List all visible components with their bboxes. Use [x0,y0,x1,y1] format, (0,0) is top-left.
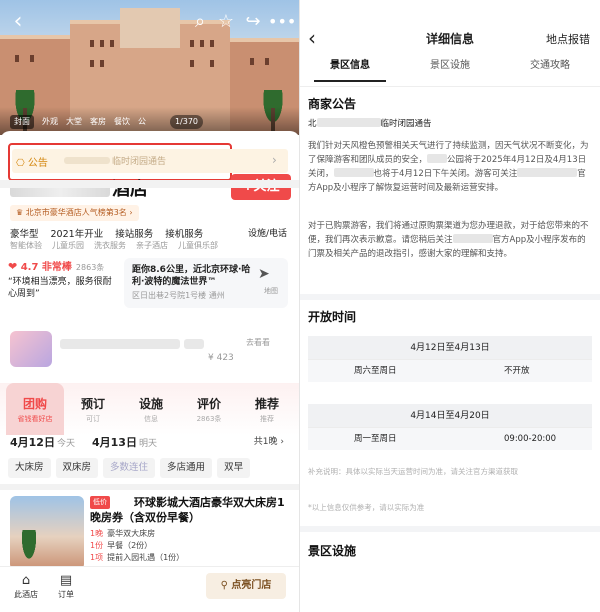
hours-disclaimer: *以上信息仅供参考，请以实际为准 [308,503,425,512]
more-icon[interactable]: ••• [268,10,296,34]
tab-reviews[interactable]: 评价 2863条 [180,395,238,424]
section-heading: 商家公告 [308,97,357,111]
hours-table: 4月12日至4月13日 周六至周日 不开放 [308,336,592,382]
date-selector[interactable]: 4月12日 今天 4月13日 明天 共1晚 › [10,434,290,452]
notice-paragraph: 对于已购票游客，我们将通过原购票渠道为您办理退款，对于给您带来的不便，我们再次表… [308,221,589,259]
address-text: 区日出巷2号院1号楼 通州 [132,291,225,300]
photo-tab[interactable]: 餐饮 [114,115,130,129]
date-range: 4月14日至4月20日 [308,404,592,428]
order-icon: ▤ [59,573,73,588]
tab-facilities[interactable]: 设施 信息 [122,395,180,424]
orders-tab[interactable]: ▤ 订单 [46,573,86,600]
promo-avatar [10,331,52,367]
rating-card[interactable]: ❤ 4.7 非常棒 2863条 “环境相当漂亮，服务很耐心周到” [8,258,118,308]
opening-hours-card: 开放时间 4月12日至4月13日 周六至周日 不开放 4月14日至4月20日 周一… [300,300,600,526]
photo-tab[interactable]: 公 [138,115,146,129]
announcement-icon: ⎔ [16,158,25,169]
hotel-detail-pane: ‹ ⌕ ☆ ↪ ••• 封面 外观 大堂 客房 餐饮 公 1/370 ⎔ 公告 … [0,0,300,612]
tab-group-buy[interactable]: 团购 省钱看好店 [6,383,64,435]
detail-info-pane: ‹ 详细信息 地点报错 景区信息 景区设施 交通攻略 商家公告 北临时闭园通告 … [300,0,600,612]
room-filter-chips: 大床房 双床房 多数连住 多店通用 双早 [8,458,298,478]
tab-transport-guide[interactable]: 交通攻略 [500,56,600,82]
navigation-arrow-icon[interactable]: ➤ [258,266,274,282]
distance-text: 距你8.6公里，近北京环球·哈利·波特的魔法世界™ [132,265,251,287]
deal-item: 1份 早餐（2份） [90,541,153,550]
rating-score: 4.7 非常棒 [20,262,72,273]
photo-tab[interactable]: 外观 [42,115,58,129]
shop-tab[interactable]: ⌂ 此酒店 [6,573,46,600]
filter-chip[interactable]: 大床房 [8,458,51,478]
review-count: 2863条 [75,263,105,272]
amenity-tag: 儿童乐园 [52,241,84,250]
scenic-facilities-card: 景区设施 [300,532,600,612]
section-heading: 景区设施 [308,544,357,558]
deal-title: 环球影城大酒店豪华双大床房1晚房券（含双份早餐） [90,496,285,524]
hours-table: 4月14日至4月20日 周一至周日 09:00-20:00 [308,404,592,450]
photo-pager: 1/370 [169,115,203,129]
chevron-right-icon: › [272,153,277,167]
ranking-badge[interactable]: ♛ 北京市豪华酒店人气榜第3名 › [10,205,139,221]
detail-header: ‹ 详细信息 地点报错 景区信息 景区设施 交通攻略 [300,0,600,86]
filter-chip[interactable]: 双早 [217,458,251,478]
notice-paragraph: 我们针对天风橙色预警相关天气进行了持续监测，因天气状况不断变化，为了保障游客和团… [308,141,589,193]
deal-item: 1晚 豪华双大床房 [90,529,156,538]
tab-recommend[interactable]: 推荐 推荐 [238,395,296,424]
announcement-tag: ⎔ 公告 [16,158,48,169]
filter-chip[interactable]: 多店通用 [160,458,213,478]
nights-count: 共1晚 › [253,437,284,447]
announcement-text: 临时闭园通告 [112,157,167,167]
report-location-error-button[interactable]: 地点报错 [546,31,590,47]
promo-price: ¥ 423 [208,353,234,363]
hours-note: 补充说明：具体以实际当天运营时间为准，请关注官方渠道获取 [308,467,518,476]
photo-tab[interactable]: 封面 [10,115,34,129]
bottom-bar: ⌂ 此酒店 ▤ 订单 ⚲ 点亮门店 [0,566,299,612]
photo-tab[interactable]: 大堂 [66,115,82,129]
filter-chip[interactable]: 多数连住 [103,458,156,478]
hours-row: 周六至周日 不开放 [354,366,530,376]
deal-item: 1项 提前入园礼遇（1份） [90,553,185,562]
amenity-tags: 智能体验 儿童乐园 洗衣服务 亲子酒店 儿童俱乐部 [10,240,218,251]
back-icon[interactable]: ‹ [6,10,30,34]
trophy-icon: ♛ [16,208,26,217]
checkout-date: 4月13日 明天 [92,436,157,449]
facilities-phone-link[interactable]: 设施/电话 [248,226,287,239]
fact: 2021年开业 [50,229,104,240]
go-see-link[interactable]: 去看看 [246,337,270,348]
light-up-store-button[interactable]: ⚲ 点亮门店 [206,573,286,599]
tab-booking[interactable]: 预订 可订 [64,395,122,424]
photo-tab[interactable]: 客房 [90,115,106,129]
location-icon: ⚲ [220,580,232,591]
hotel-name: 酒店 [10,175,148,201]
section-heading: 开放时间 [308,310,357,324]
search-icon[interactable]: ⌕ [188,10,212,34]
share-icon[interactable]: ↪ [241,10,265,34]
photo-category-tabs: 封面 外观 大堂 客房 餐饮 公 [10,115,240,129]
checkin-date: 4月12日 今天 [10,436,75,449]
review-quote: “环境相当漂亮，服务很耐心周到” [8,277,112,299]
section-tabs: 团购 省钱看好店 预订 可订 设施 信息 评价 2863条 推荐 推荐 [0,383,299,435]
heart-icon: ❤ [8,260,18,273]
date-range: 4月12日至4月13日 [308,336,592,360]
fact: 接站服务 [115,229,154,240]
detail-tabs: 景区信息 景区设施 交通攻略 [300,56,600,82]
promo-row[interactable]: ¥ 423 去看看 [8,323,292,375]
tab-scenic-info[interactable]: 景区信息 [300,56,400,82]
filter-chip[interactable]: 双床房 [55,458,99,478]
amenity-tag: 儿童俱乐部 [178,241,218,250]
hotel-facts: 豪华型 2021年开业 接站服务 接机服务 设施/电话 [10,226,290,240]
amenity-tag: 智能体验 [10,241,42,250]
store-icon: ⌂ [21,573,31,588]
fact: 接机服务 [165,229,204,240]
tab-scenic-facilities[interactable]: 景区设施 [400,56,500,82]
favorite-star-icon[interactable]: ☆ [214,10,238,34]
map-label: 地图 [264,287,278,295]
notice-title: 北临时闭园通告 [308,118,432,129]
deal-thumbnail [10,496,84,570]
amenity-tag: 亲子酒店 [136,241,168,250]
fact: 豪华型 [10,229,39,240]
merchant-notice-card: 商家公告 北临时闭园通告 我们针对天风橙色预警相关天气进行了持续监测，因天气状况… [300,86,600,294]
map-card[interactable]: 距你8.6公里，近北京环球·哈利·波特的魔法世界™ 区日出巷2号院1号楼 通州 … [124,258,288,308]
amenity-tag: 洗衣服务 [94,241,126,250]
hours-row: 周一至周日 09:00-20:00 [354,434,557,444]
